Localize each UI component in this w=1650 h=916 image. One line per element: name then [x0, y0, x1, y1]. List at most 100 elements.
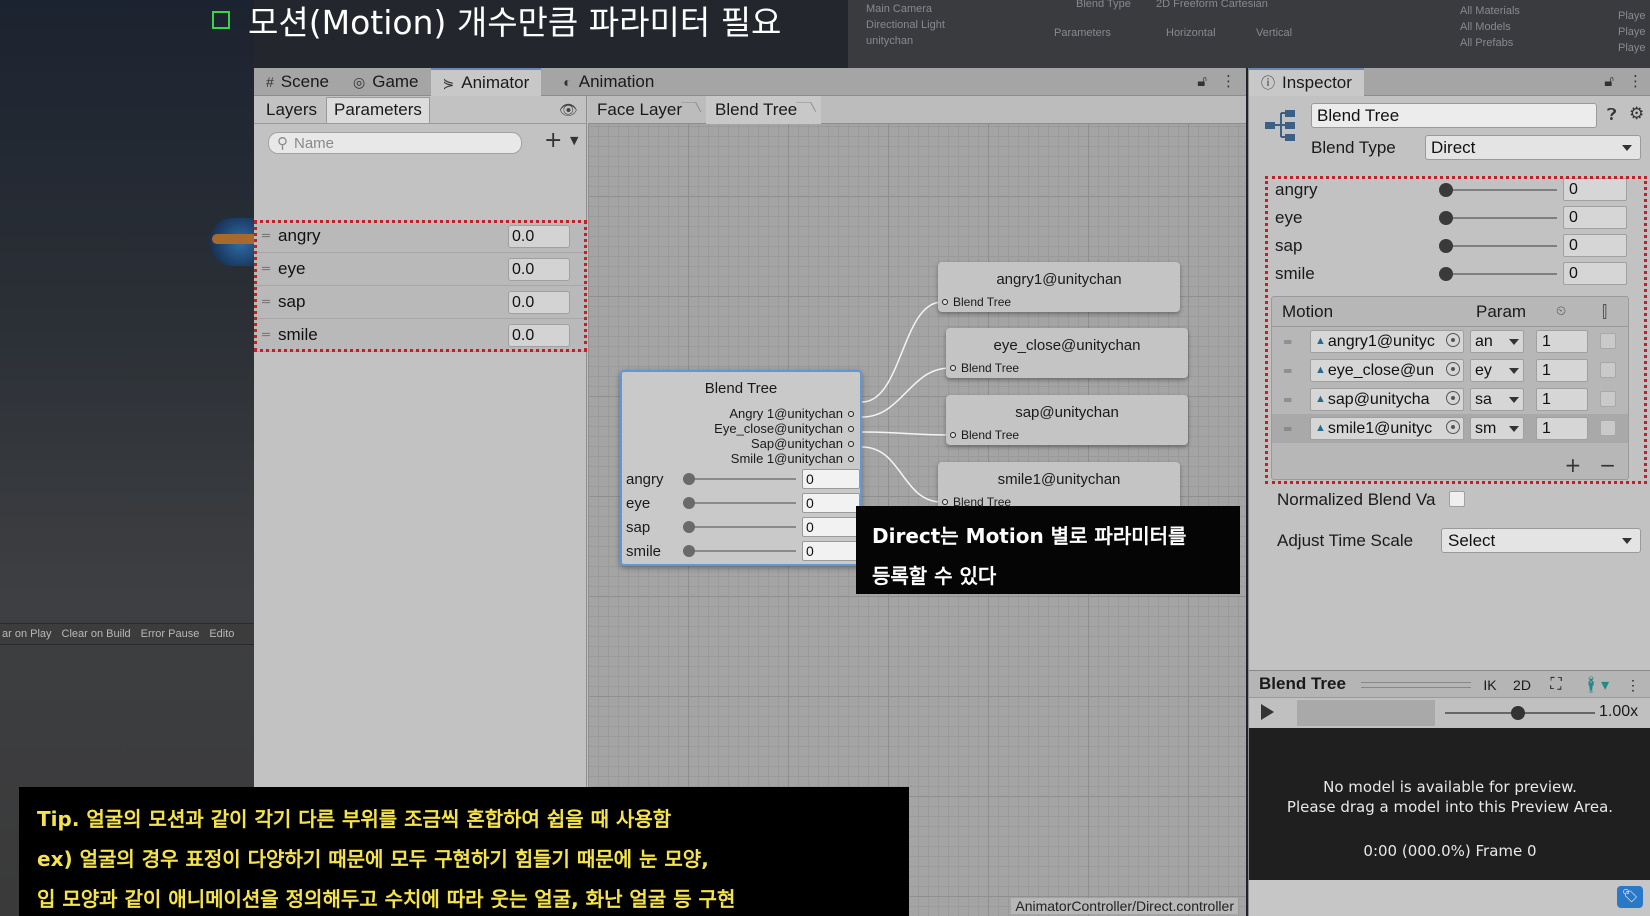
adjust-time-scale-dropdown[interactable]: Select: [1441, 528, 1641, 553]
object-picker-icon[interactable]: [1446, 420, 1460, 434]
tag-icon[interactable]: 🏷︎: [1617, 886, 1643, 908]
tab-inspector[interactable]: ⓘ Inspector: [1249, 68, 1364, 96]
tab-parameters[interactable]: Parameters: [326, 96, 430, 123]
node-param-value[interactable]: 0: [802, 541, 860, 561]
motion-clip-field[interactable]: ▲ smile1@unityc: [1310, 417, 1464, 440]
parameter-search-input[interactable]: ⚲ Name: [268, 132, 522, 154]
port-icon[interactable]: [942, 499, 948, 505]
lock-icon[interactable]: 🔓︎: [1604, 72, 1614, 90]
avatar-icon[interactable]: 🕴︎▾: [1575, 673, 1615, 697]
slider-knob[interactable]: [683, 521, 695, 533]
add-parameter-button[interactable]: +: [544, 128, 562, 153]
slider-knob[interactable]: [1439, 183, 1453, 197]
motion-row[interactable]: ═ ▲ sap@unitycha sa 1: [1272, 385, 1628, 414]
resize-grip-icon[interactable]: [1361, 682, 1471, 688]
drag-handle-icon[interactable]: ═: [1284, 393, 1291, 407]
remove-motion-button[interactable]: −: [1599, 453, 1616, 477]
console-button[interactable]: Edito: [209, 628, 234, 640]
chevron-down-icon[interactable]: ▼: [570, 134, 578, 147]
motion-threshold-field[interactable]: 1: [1536, 388, 1588, 411]
node-output[interactable]: Smile 1@unitychan: [731, 451, 854, 466]
normalized-blend-checkbox[interactable]: [1449, 491, 1465, 507]
slider-knob[interactable]: [1439, 267, 1453, 281]
tab-game[interactable]: ◎ Game: [341, 68, 431, 96]
kebab-menu-icon[interactable]: ⋮: [1628, 72, 1643, 90]
motion-param-dropdown[interactable]: sa: [1470, 388, 1524, 411]
port-icon[interactable]: [848, 455, 854, 462]
motion-clip-field[interactable]: ▲ eye_close@un: [1310, 359, 1464, 382]
lock-icon[interactable]: 🔓︎: [1197, 72, 1207, 90]
slider-knob[interactable]: [1439, 239, 1453, 253]
param-slider[interactable]: [1445, 273, 1557, 275]
param-value-field[interactable]: 0: [1563, 206, 1627, 229]
breadcrumb-face-layer[interactable]: Face Layer: [588, 96, 706, 124]
motion-node[interactable]: smile1@unitychan Blend Tree: [938, 462, 1180, 512]
port-icon[interactable]: [848, 410, 854, 417]
param-slider[interactable]: [1445, 245, 1557, 247]
slider-knob[interactable]: [1511, 706, 1525, 720]
eye-icon[interactable]: 👁︎: [559, 101, 578, 119]
mirror-checkbox[interactable]: [1600, 420, 1616, 436]
gear-icon[interactable]: ⚙: [1629, 104, 1644, 124]
parameter-row[interactable]: ═ angry 0.0: [254, 220, 587, 253]
slider-knob[interactable]: [683, 545, 695, 557]
parameter-row[interactable]: ═ eye 0.0: [254, 253, 587, 286]
parameter-value-field[interactable]: 0.0: [508, 291, 570, 314]
drag-handle-icon[interactable]: ═: [1284, 422, 1291, 436]
node-param-value[interactable]: 0: [802, 517, 860, 537]
motion-threshold-field[interactable]: 1: [1536, 330, 1588, 353]
motion-param-dropdown[interactable]: sm: [1470, 417, 1524, 440]
tab-animation[interactable]: ◐ Animation: [551, 68, 666, 96]
motion-threshold-field[interactable]: 1: [1536, 359, 1588, 382]
object-picker-icon[interactable]: [1446, 362, 1460, 376]
blend-tree-node[interactable]: Blend Tree Angry 1@unitychan Eye_close@u…: [620, 370, 862, 566]
object-name-field[interactable]: Blend Tree: [1311, 103, 1597, 128]
mirror-checkbox[interactable]: [1600, 362, 1616, 378]
drag-handle-icon[interactable]: ═: [1284, 364, 1291, 378]
mirror-checkbox[interactable]: [1600, 333, 1616, 349]
mirror-checkbox[interactable]: [1600, 391, 1616, 407]
blend-type-dropdown[interactable]: Direct: [1425, 135, 1641, 160]
port-icon[interactable]: [950, 365, 956, 371]
pivot-icon[interactable]: ⛶: [1541, 673, 1571, 697]
motion-threshold-field[interactable]: 1: [1536, 417, 1588, 440]
slider-knob[interactable]: [683, 497, 695, 509]
node-param-value[interactable]: 0: [802, 469, 860, 489]
param-value-field[interactable]: 0: [1563, 262, 1627, 285]
console-button[interactable]: ar on Play: [2, 628, 52, 640]
object-picker-icon[interactable]: [1446, 333, 1460, 347]
node-param-slider[interactable]: [683, 497, 796, 509]
breadcrumb-blend-tree[interactable]: Blend Tree: [706, 96, 822, 124]
motion-clip-field[interactable]: ▲ angry1@unityc: [1310, 330, 1464, 353]
param-value-field[interactable]: 0: [1563, 178, 1627, 201]
kebab-menu-icon[interactable]: ⋮: [1221, 72, 1236, 90]
node-param-value[interactable]: 0: [802, 493, 860, 513]
node-param-slider[interactable]: [683, 521, 796, 533]
motion-clip-field[interactable]: ▲ sap@unitycha: [1310, 388, 1464, 411]
motion-param-dropdown[interactable]: ey: [1470, 359, 1524, 382]
slider-knob[interactable]: [683, 473, 695, 485]
parameter-value-field[interactable]: 0.0: [508, 258, 570, 281]
tab-layers[interactable]: Layers: [259, 97, 324, 123]
motion-node[interactable]: angry1@unitychan Blend Tree: [938, 262, 1180, 312]
port-icon[interactable]: [942, 299, 948, 305]
port-icon[interactable]: [848, 440, 854, 447]
parameter-row[interactable]: ═ smile 0.0: [254, 319, 587, 352]
drag-handle-icon[interactable]: ═: [254, 262, 278, 277]
motion-param-dropdown[interactable]: an: [1470, 330, 1524, 353]
object-picker-icon[interactable]: [1446, 391, 1460, 405]
parameter-row[interactable]: ═ sap 0.0: [254, 286, 587, 319]
motion-node[interactable]: sap@unitychan Blend Tree: [946, 395, 1188, 445]
motion-row[interactable]: ═ ▲ eye_close@un ey 1: [1272, 356, 1628, 385]
node-output[interactable]: Sap@unitychan: [751, 436, 854, 451]
port-icon[interactable]: [950, 432, 956, 438]
drag-handle-icon[interactable]: ═: [254, 328, 278, 343]
drag-handle-icon[interactable]: ═: [1284, 335, 1291, 349]
play-icon[interactable]: [1261, 704, 1274, 720]
2d-toggle[interactable]: 2D: [1507, 673, 1537, 697]
ik-toggle[interactable]: IK: [1477, 673, 1503, 697]
console-button[interactable]: Error Pause: [141, 628, 200, 640]
motion-row[interactable]: ═ ▲ smile1@unityc sm 1: [1272, 414, 1628, 443]
help-icon[interactable]: ❓︎: [1607, 105, 1617, 125]
drag-handle-icon[interactable]: ═: [254, 295, 278, 310]
